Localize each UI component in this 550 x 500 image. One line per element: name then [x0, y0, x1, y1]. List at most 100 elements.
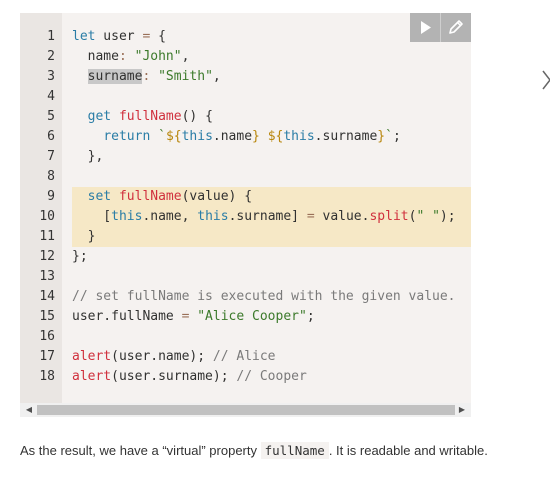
code-token: .surname [314, 129, 378, 144]
code-text: // set fullName is executed with the giv… [72, 287, 471, 307]
line-number: 13 [39, 269, 55, 284]
code-token: = [306, 209, 315, 224]
code-token: ${ [267, 129, 284, 144]
line-number: 7 [47, 149, 55, 164]
code-token: [ [72, 209, 112, 224]
code-token: fullName [118, 109, 182, 124]
code-token: .surname] [228, 209, 307, 224]
code-token: .name [212, 129, 253, 144]
code-line: 18 alert(user.surname); // Cooper [20, 367, 471, 387]
line-number: 10 [39, 209, 55, 224]
code-token: " " [416, 209, 440, 224]
code-line: 16 [20, 327, 471, 347]
code-line: 5 get fullName() { [20, 107, 471, 127]
edit-icon [449, 20, 463, 34]
code-token: alert [72, 349, 112, 364]
open-in-sandbox-button[interactable] [441, 13, 471, 42]
inline-code-fullname: fullName [260, 442, 329, 459]
line-number: 8 [47, 169, 55, 184]
line-number: 6 [47, 129, 55, 144]
code-token: .name, [142, 209, 198, 224]
code-token: user [95, 29, 143, 44]
line-number: 17 [39, 349, 55, 364]
code-line: 4 [20, 87, 471, 107]
code-line: 1 let user = { [20, 27, 471, 47]
code-token: let [72, 29, 96, 44]
paragraph-text-after: . It is readable and writable. [328, 443, 488, 458]
explanation-paragraph: As the result, we have a “virtual” prope… [20, 440, 490, 461]
code-token: // Alice [212, 349, 276, 364]
code-line: 14 // set fullName is executed with the g… [20, 287, 471, 307]
code-token: { [150, 29, 166, 44]
code-text: }; [72, 247, 471, 267]
code-text: alert(user.name); // Alice [72, 347, 471, 367]
code-text: name: "John", [72, 47, 471, 67]
code-token: "Alice Cooper" [197, 309, 307, 324]
code-token: set [87, 189, 112, 204]
code-text: get fullName() { [72, 107, 471, 127]
code-line: 3 surname: "Smith", [20, 67, 471, 87]
scroll-right-arrow-icon[interactable]: ▶ [455, 403, 469, 417]
line-number: 14 [39, 289, 55, 304]
code-token: () { [181, 109, 213, 124]
code-token: ; [392, 129, 401, 144]
code-line: 17 alert(user.name); // Alice [20, 347, 471, 367]
code-token: user.fullName [72, 309, 182, 324]
code-toolbar [410, 13, 471, 42]
code-token: fullName [118, 189, 182, 204]
code-line: 11 } [20, 227, 471, 247]
code-token: }, [72, 149, 104, 164]
line-number: 3 [47, 69, 55, 84]
code-text: [this.name, this.surname] = value.split(… [72, 207, 471, 227]
run-button[interactable] [410, 13, 440, 42]
code-line: 6 return `${this.name} ${this.surname}`; [20, 127, 471, 147]
code-line: 12}; [20, 247, 471, 267]
code-text: return `${this.name} ${this.surname}`; [72, 127, 471, 147]
code-token: this [111, 209, 143, 224]
code-token: ${ [165, 129, 182, 144]
code-token: "John" [134, 49, 182, 64]
code-text: surname: "Smith", [72, 67, 471, 87]
code-line: 7 }, [20, 147, 471, 167]
horizontal-scrollbar[interactable]: ◀ ▶ [20, 403, 471, 417]
code-token: ); [439, 209, 456, 224]
paragraph-text-before: As the result, we have a “virtual” prope… [20, 443, 261, 458]
code-token: : [118, 49, 127, 64]
code-token: // set fullName is executed with the giv… [72, 289, 456, 304]
next-chevron-icon[interactable] [540, 68, 550, 92]
code-token: this [181, 129, 213, 144]
scrollbar-thumb[interactable] [37, 405, 455, 415]
code-text: set fullName(value) { [72, 187, 471, 207]
code-token: (value) { [181, 189, 253, 204]
code-text: }, [72, 147, 471, 167]
code-token: } [72, 229, 96, 244]
code-token: }; [72, 249, 88, 264]
code-text: } [72, 227, 471, 247]
code-token: , [212, 69, 221, 84]
code-line: 15 user.fullName = "Alice Cooper"; [20, 307, 471, 327]
line-number: 5 [47, 109, 55, 124]
line-number: 11 [39, 229, 55, 244]
line-number: 15 [39, 309, 55, 324]
code-text: alert(user.surname); // Cooper [72, 367, 471, 387]
code-token: } [377, 129, 386, 144]
code-token: ; [306, 309, 315, 324]
scroll-left-arrow-icon[interactable]: ◀ [22, 403, 36, 417]
code-token: return [103, 129, 151, 144]
code-token: alert [72, 369, 112, 384]
code-line: 10 [this.name, this.surname] = value.spl… [20, 207, 471, 227]
code-token: ` [385, 129, 393, 144]
line-number: 4 [47, 89, 55, 104]
line-number: 9 [47, 189, 55, 204]
code-token: get [87, 109, 112, 124]
line-number: 1 [47, 29, 55, 44]
